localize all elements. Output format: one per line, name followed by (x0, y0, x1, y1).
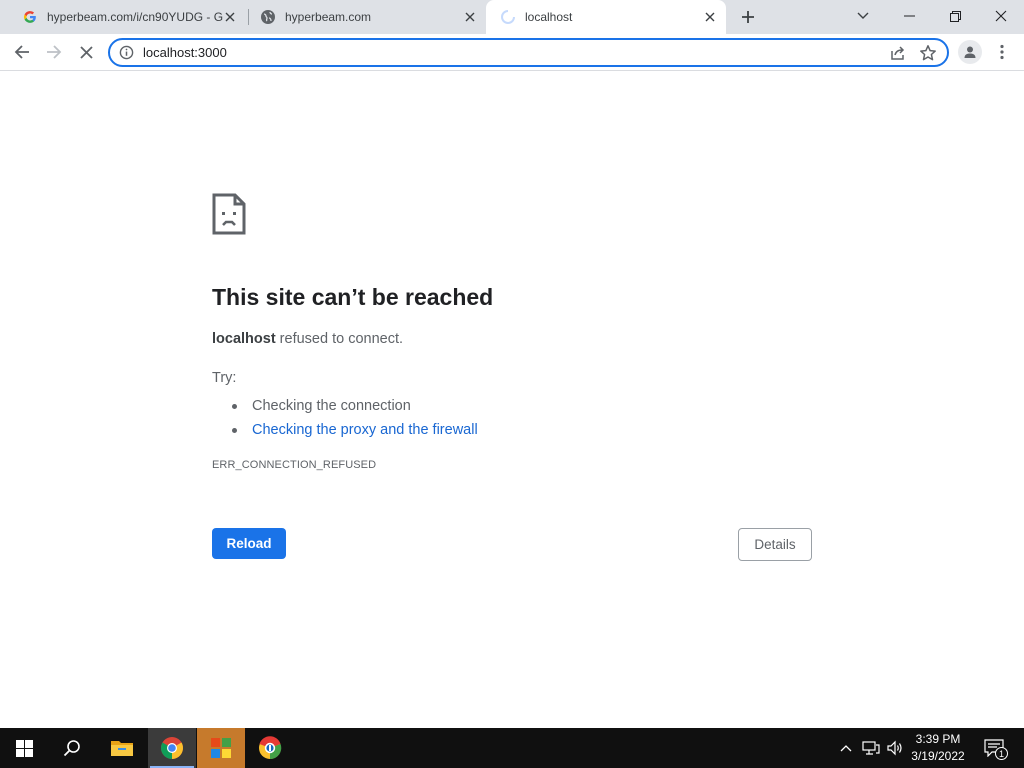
globe-icon (260, 9, 276, 25)
error-title: This site can’t be reached (212, 284, 494, 310)
arrow-left-icon (14, 45, 29, 59)
tab-hyperbeam-google[interactable]: hyperbeam.com/i/cn90YUDG - G (8, 0, 246, 34)
tab-strip: hyperbeam.com/i/cn90YUDG - G hyperbeam.c… (0, 0, 1024, 34)
start-icon (15, 739, 33, 757)
search-icon (63, 740, 80, 757)
try-label: Try: (212, 370, 237, 386)
bullet (232, 403, 237, 409)
star-icon[interactable] (919, 44, 937, 62)
forward-button[interactable] (40, 38, 68, 66)
chevron-up-icon (840, 745, 852, 752)
browser-app-icon (259, 736, 282, 760)
list-item[interactable]: Checking the proxy and the firewall (232, 418, 478, 442)
tab-hyperbeam[interactable]: hyperbeam.com (246, 0, 486, 34)
loading-spinner-icon (500, 9, 516, 25)
chrome-taskbar-button[interactable] (148, 728, 196, 768)
profile-avatar-button[interactable] (958, 40, 982, 64)
close-tab-icon[interactable] (222, 9, 238, 25)
tab-localhost[interactable]: localhost (486, 0, 726, 34)
address-bar[interactable]: localhost:3000 (108, 38, 949, 67)
new-tab-button[interactable] (736, 5, 760, 29)
stop-loading-button[interactable] (72, 38, 100, 66)
suggestion-list: Checking the connection Checking the pro… (232, 394, 478, 442)
browser-app-taskbar-button[interactable] (246, 728, 294, 768)
restore-button[interactable] (932, 0, 978, 32)
app-taskbar-button[interactable] (197, 728, 245, 768)
tab-search-button[interactable] (840, 0, 886, 32)
clock-time: 3:39 PM (915, 732, 961, 746)
tab-title: localhost (525, 10, 573, 24)
close-tab-icon[interactable] (462, 9, 478, 25)
info-icon[interactable] (119, 45, 134, 60)
file-explorer-button[interactable] (98, 728, 146, 768)
more-menu-button[interactable] (994, 41, 1010, 63)
proxy-firewall-link[interactable]: Checking the proxy and the firewall (252, 422, 478, 438)
person-icon (964, 46, 976, 58)
action-center-button[interactable]: 1 (982, 738, 1008, 760)
chevron-down-icon (857, 12, 869, 19)
address-text[interactable]: localhost:3000 (143, 45, 227, 60)
sad-document-icon (212, 193, 246, 235)
notification-count-badge: 1 (995, 747, 1008, 760)
error-host: localhost (212, 331, 276, 347)
show-hidden-icons-button[interactable] (836, 738, 856, 758)
app-icon (211, 738, 231, 758)
search-button[interactable] (48, 728, 96, 768)
details-button[interactable]: Details (738, 528, 812, 561)
restore-icon (949, 10, 961, 22)
browser-toolbar: localhost:3000 (0, 34, 1024, 71)
plus-icon (742, 11, 754, 23)
file-explorer-icon (111, 741, 133, 756)
clock-date: 3/19/2022 (911, 749, 965, 763)
close-window-button[interactable] (978, 0, 1024, 32)
close-tab-icon[interactable] (702, 9, 718, 25)
suggestion-text: Checking the connection (252, 398, 411, 414)
network-button[interactable] (861, 738, 881, 758)
google-g-icon (22, 9, 38, 25)
share-icon[interactable] (889, 44, 907, 62)
minimize-icon (903, 15, 915, 17)
tab-title: hyperbeam.com/i/cn90YUDG - G (47, 10, 223, 24)
network-icon (862, 741, 880, 755)
taskbar-clock[interactable]: 3:39 PM 3/19/2022 (900, 731, 976, 765)
kebab-menu-icon (1000, 44, 1004, 60)
chrome-icon (161, 737, 183, 759)
close-icon (79, 45, 93, 59)
list-item: Checking the connection (232, 394, 478, 418)
minimize-button[interactable] (886, 0, 932, 32)
arrow-right-icon (47, 45, 62, 59)
start-button[interactable] (0, 728, 48, 768)
error-message-text: refused to connect. (275, 331, 404, 347)
bullet (232, 427, 237, 433)
reload-button[interactable]: Reload (212, 528, 286, 559)
close-icon (995, 10, 1007, 22)
back-button[interactable] (8, 38, 36, 66)
error-message: localhost refused to connect. (212, 331, 403, 347)
error-code: ERR_CONNECTION_REFUSED (212, 459, 377, 471)
tab-title: hyperbeam.com (285, 10, 372, 24)
